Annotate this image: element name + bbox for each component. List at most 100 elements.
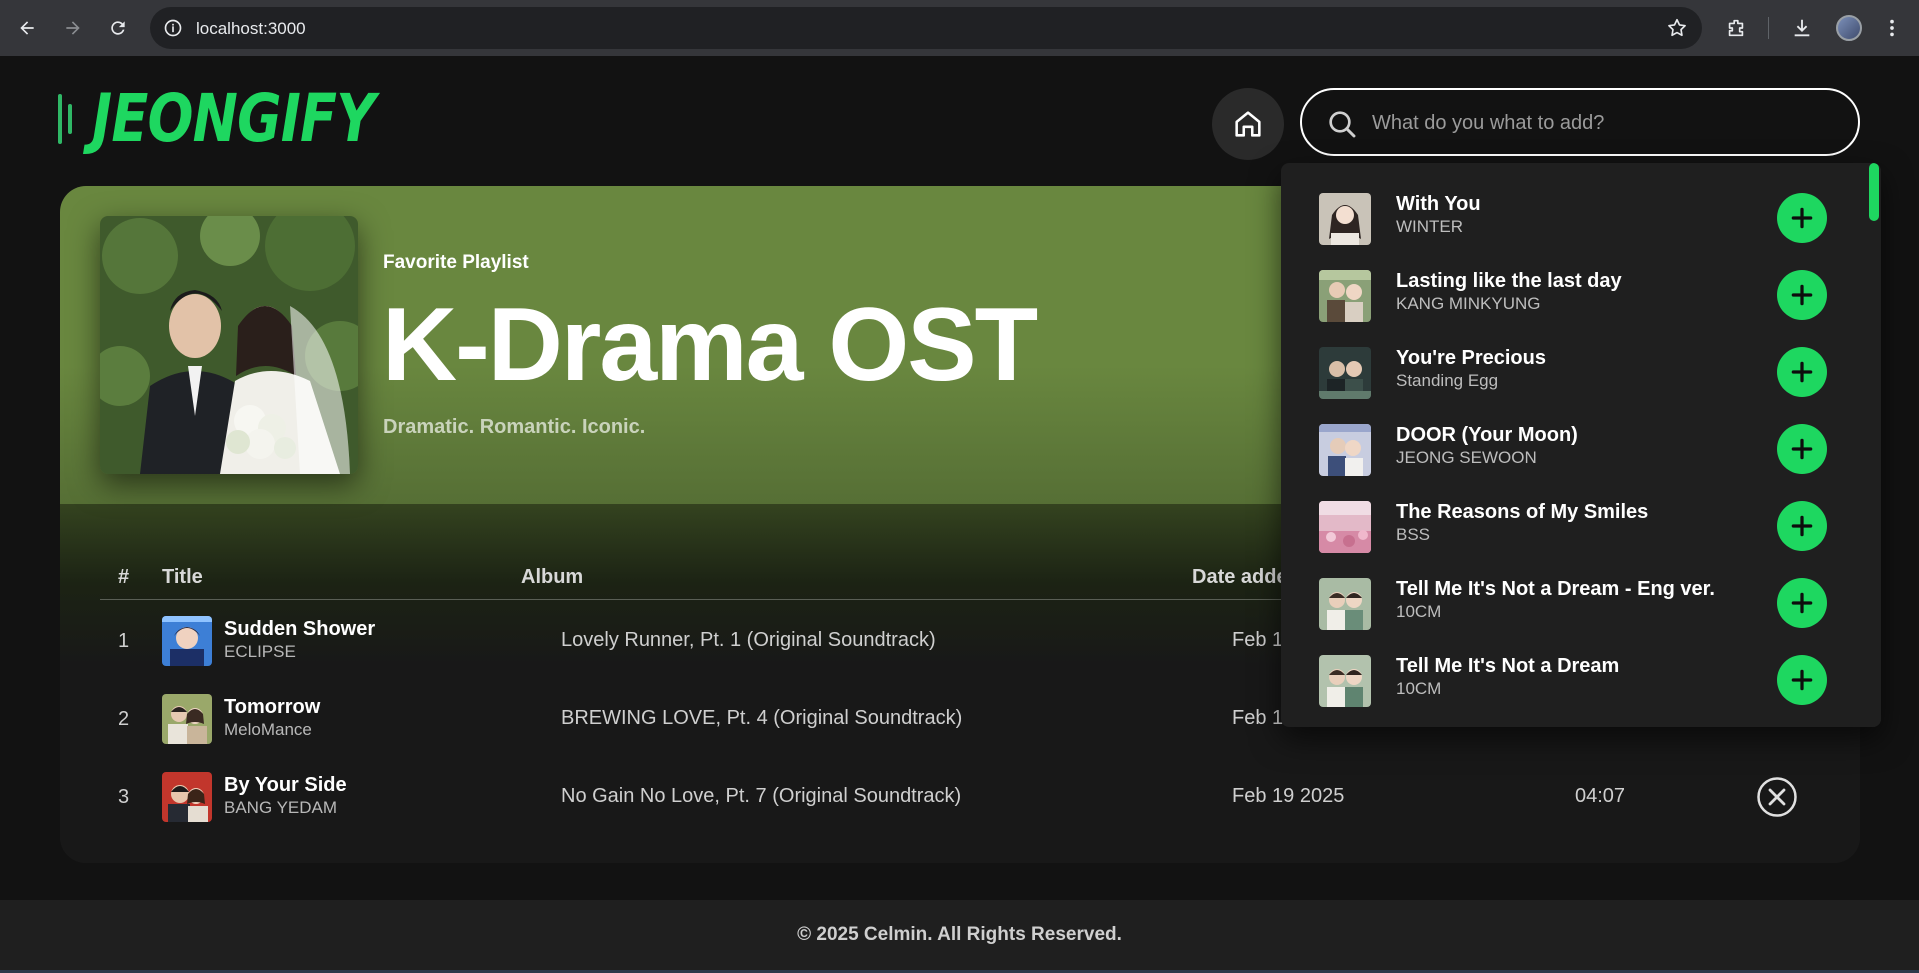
header-number: # [118, 566, 130, 588]
logo-bars-icon [58, 94, 72, 144]
search-result-item[interactable]: The Reasons of My Smiles BSS [1281, 487, 1861, 564]
result-thumbnail [1319, 501, 1371, 553]
toolbar-divider [1768, 17, 1769, 39]
result-artist: WINTER [1396, 217, 1464, 236]
result-artist: BSS [1396, 525, 1431, 544]
result-thumbnail [1319, 193, 1371, 245]
plus-icon [1791, 284, 1813, 306]
result-artist: KANG MINKYUNG [1396, 294, 1541, 313]
add-song-button[interactable] [1777, 578, 1827, 628]
result-thumbnail [1319, 655, 1371, 707]
track-thumbnail [162, 694, 212, 744]
add-song-button[interactable] [1777, 347, 1827, 397]
result-title: You're Precious [1396, 347, 1546, 369]
track-number: 2 [118, 708, 130, 730]
address-bar[interactable]: localhost:3000 [150, 7, 1702, 49]
home-button[interactable] [1212, 88, 1284, 160]
dropdown-scrollbar-track[interactable] [1865, 163, 1881, 727]
page-footer: © 2025 Celmin. All Rights Reserved. [0, 900, 1919, 970]
track-number: 1 [118, 630, 130, 652]
add-song-button[interactable] [1777, 270, 1827, 320]
plus-icon [1791, 592, 1813, 614]
close-circle-icon [1757, 777, 1797, 817]
search-input[interactable] [1372, 104, 1832, 142]
track-title[interactable]: Sudden Shower [224, 618, 375, 641]
arrow-right-icon [66, 21, 80, 35]
browser-toolbar: localhost:3000 [0, 0, 1919, 56]
dropdown-scrollbar-thumb[interactable] [1869, 163, 1879, 221]
search-bar[interactable] [1300, 88, 1860, 156]
download-icon [1794, 19, 1810, 37]
add-song-button[interactable] [1777, 501, 1827, 551]
profile-avatar[interactable] [1836, 15, 1862, 41]
browser-menu-button[interactable] [1880, 10, 1904, 46]
header-title: Title [162, 566, 203, 588]
add-song-button[interactable] [1777, 655, 1827, 705]
extensions-button[interactable] [1718, 10, 1754, 46]
url-text[interactable]: localhost:3000 [196, 19, 306, 39]
plus-icon [1791, 207, 1813, 229]
copyright-text: © 2025 Celmin. All Rights Reserved. [797, 924, 1122, 945]
track-artist[interactable]: BANG YEDAM [224, 798, 337, 818]
downloads-button[interactable] [1784, 10, 1820, 46]
result-artist: JEONG SEWOON [1396, 448, 1537, 467]
app-logo[interactable]: JEONGIFY [58, 86, 437, 152]
forward-button[interactable] [55, 10, 91, 46]
track-artist[interactable]: ECLIPSE [224, 642, 296, 662]
add-song-button[interactable] [1777, 424, 1827, 474]
result-title: With You [1396, 193, 1481, 215]
result-thumbnail [1319, 578, 1371, 630]
puzzle-icon [1728, 19, 1744, 37]
track-number: 3 [118, 786, 130, 808]
track-date-added: Feb 19 2025 [1232, 785, 1345, 807]
track-duration: 04:07 [1575, 785, 1626, 807]
search-result-item[interactable]: DOOR (Your Moon) JEONG SEWOON [1281, 410, 1861, 487]
search-result-item[interactable]: With You WINTER [1281, 179, 1861, 256]
result-artist: 10CM [1396, 679, 1442, 698]
plus-icon [1791, 361, 1813, 383]
playlist-cover-image [100, 216, 358, 474]
add-song-button[interactable] [1777, 193, 1827, 243]
result-artist: 10CM [1396, 602, 1442, 621]
search-result-item[interactable]: Tell Me It's Not a Dream 10CM [1281, 641, 1861, 718]
search-icon [1329, 111, 1356, 138]
search-results-dropdown[interactable]: With You WINTER Lasting like the last da… [1281, 163, 1881, 727]
back-button[interactable] [9, 10, 45, 46]
arrow-left-icon [20, 21, 34, 35]
track-title[interactable]: By Your Side [224, 774, 347, 797]
plus-icon [1791, 438, 1813, 460]
result-thumbnail [1319, 270, 1371, 322]
more-vertical-icon [1890, 19, 1894, 37]
reload-icon [111, 21, 125, 35]
track-title[interactable]: Tomorrow [224, 696, 320, 719]
result-thumbnail [1319, 347, 1371, 399]
track-album[interactable]: Lovely Runner, Pt. 1 (Original Soundtrac… [561, 629, 936, 652]
result-title: The Reasons of My Smiles [1396, 501, 1649, 523]
result-artist: Standing Egg [1396, 371, 1499, 390]
plus-icon [1791, 515, 1813, 537]
track-album[interactable]: No Gain No Love, Pt. 7 (Original Soundtr… [561, 785, 961, 808]
remove-track-button[interactable] [1756, 776, 1798, 818]
result-title: Tell Me It's Not a Dream [1396, 655, 1620, 677]
playlist-type-label: Favorite Playlist [383, 252, 529, 273]
site-info-icon[interactable] [163, 18, 183, 38]
logo-text: JEONGIFY [92, 80, 375, 157]
result-title: Lasting like the last day [1396, 270, 1622, 292]
home-icon [1235, 111, 1261, 137]
result-title: DOOR (Your Moon) [1396, 424, 1578, 446]
track-thumbnail [162, 616, 212, 666]
playlist-title: K-Drama OST [382, 287, 1038, 403]
table-row[interactable]: 3 By Your Side BANG YEDAM No Gain No Lov… [100, 758, 1820, 836]
track-artist[interactable]: MeloMance [224, 720, 312, 740]
search-result-item[interactable]: You're Precious Standing Egg [1281, 333, 1861, 410]
search-result-item[interactable]: Tell Me It's Not a Dream - Eng ver. 10CM [1281, 564, 1861, 641]
result-title: Tell Me It's Not a Dream - Eng ver. [1396, 578, 1715, 600]
reload-button[interactable] [100, 10, 136, 46]
track-album[interactable]: BREWING LOVE, Pt. 4 (Original Soundtrack… [561, 707, 962, 730]
bookmark-star-icon[interactable] [1666, 17, 1688, 39]
header-album: Album [521, 566, 584, 588]
track-thumbnail [162, 772, 212, 822]
plus-icon [1791, 669, 1813, 691]
search-result-item[interactable]: Lasting like the last day KANG MINKYUNG [1281, 256, 1861, 333]
result-thumbnail [1319, 424, 1371, 476]
